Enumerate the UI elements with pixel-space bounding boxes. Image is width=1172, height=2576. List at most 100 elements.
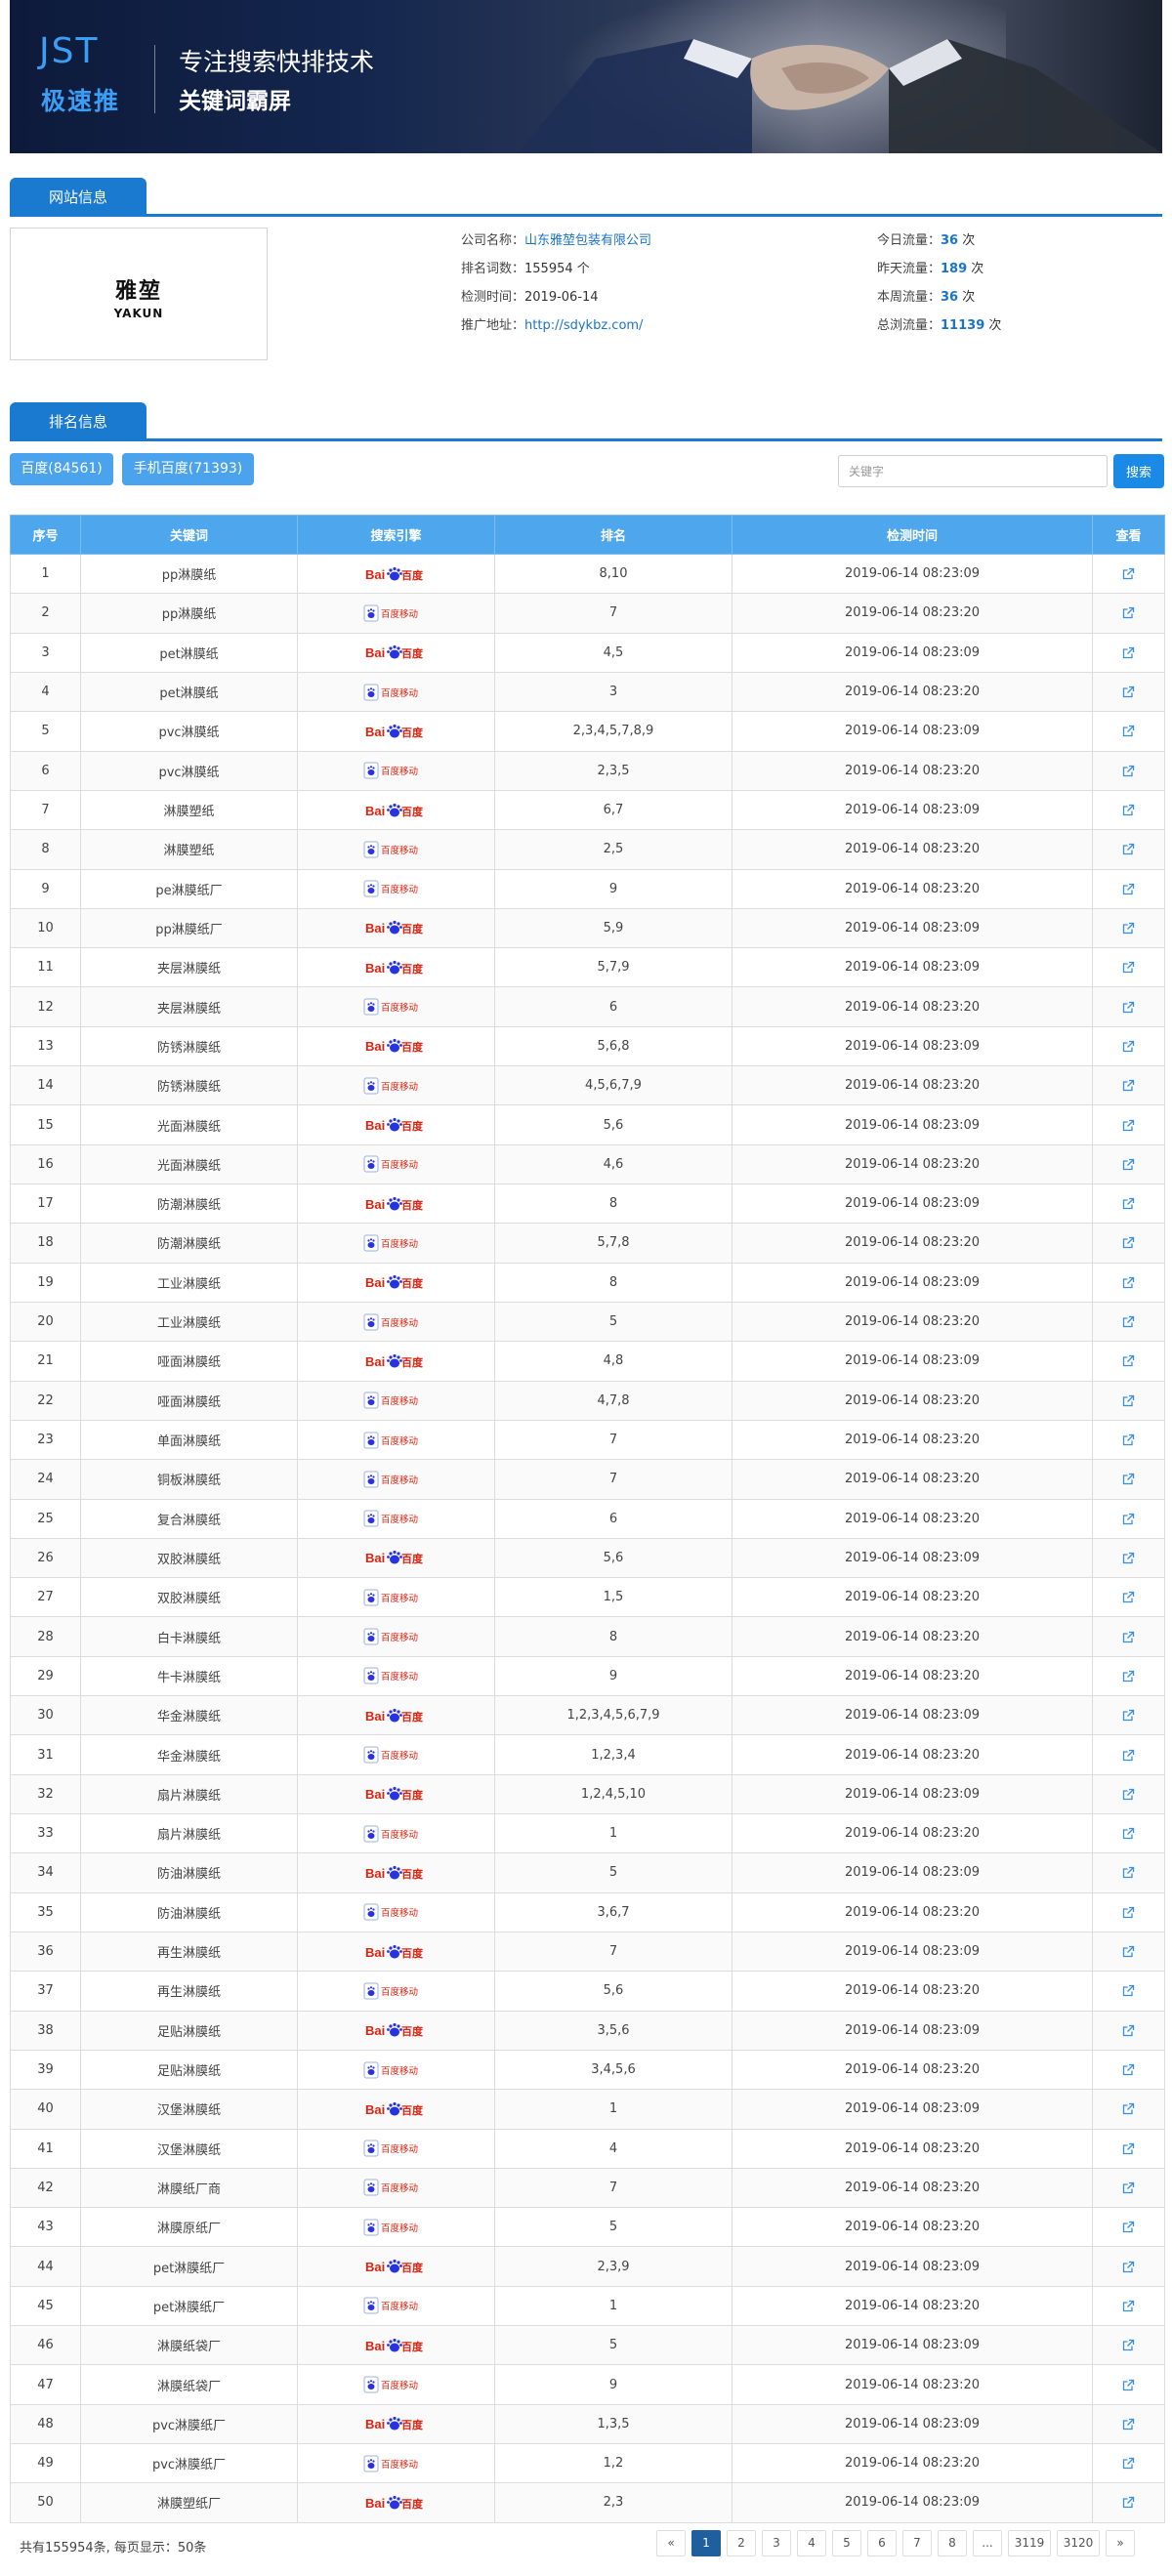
cell-kw: 防锈淋膜纸: [80, 1065, 298, 1106]
view-link-cell[interactable]: [1092, 2285, 1165, 2327]
pagination-item[interactable]: 1: [691, 2530, 721, 2556]
tab-site-info[interactable]: 网站信息: [10, 178, 146, 217]
table-row: 7 淋膜塑纸 Bai 百度 6,7 2019-06-14 08:23:09: [10, 789, 1165, 831]
view-link-cell[interactable]: [1092, 711, 1165, 752]
view-link-cell[interactable]: [1092, 2246, 1165, 2287]
search-button[interactable]: 搜索: [1113, 454, 1164, 488]
view-link-cell[interactable]: [1092, 907, 1165, 949]
cell-kw: 防潮淋膜纸: [80, 1223, 298, 1264]
mobile-baidu-filter-button[interactable]: 手机百度(71393): [122, 453, 254, 485]
view-link-cell[interactable]: [1092, 1380, 1165, 1421]
view-link-cell[interactable]: [1092, 1537, 1165, 1579]
view-link-cell[interactable]: [1092, 1301, 1165, 1343]
view-link-cell[interactable]: [1092, 2325, 1165, 2366]
pagination-item[interactable]: 2: [727, 2530, 756, 2556]
view-link-cell[interactable]: [1092, 1143, 1165, 1185]
view-link-cell[interactable]: [1092, 1577, 1165, 1618]
view-link-cell[interactable]: [1092, 1459, 1165, 1500]
view-link-cell[interactable]: [1092, 829, 1165, 870]
cell-time: 2019-06-14 08:23:09: [732, 1773, 1093, 1815]
view-link-cell[interactable]: [1092, 1065, 1165, 1106]
view-link-cell[interactable]: [1092, 553, 1165, 595]
view-link-cell[interactable]: [1092, 750, 1165, 791]
engine-baidu-logo: Bai 百度: [297, 947, 495, 988]
view-link-cell[interactable]: [1092, 789, 1165, 831]
pagination-item[interactable]: 6: [867, 2530, 897, 2556]
view-link-cell[interactable]: [1092, 1419, 1165, 1461]
pagination-item[interactable]: 3119: [1008, 2530, 1051, 2556]
view-link-cell[interactable]: [1092, 1931, 1165, 1973]
baidu-wordmark: Bai: [365, 645, 385, 660]
view-link-cell[interactable]: [1092, 2167, 1165, 2209]
view-link-cell[interactable]: [1092, 1695, 1165, 1736]
view-link-cell[interactable]: [1092, 1616, 1165, 1657]
view-link-cell[interactable]: [1092, 986, 1165, 1027]
view-link-cell[interactable]: [1092, 1773, 1165, 1815]
cell-no: 38: [10, 2010, 81, 2051]
cell-time: 2019-06-14 08:23:20: [732, 1577, 1093, 1618]
company-link[interactable]: 山东雅堃包装有限公司: [524, 233, 651, 248]
view-link-cell[interactable]: [1092, 2482, 1165, 2523]
external-link-icon: [1122, 1945, 1135, 1958]
baidu-cn-label: 百度: [401, 2024, 424, 2038]
cell-time: 2019-06-14 08:23:09: [732, 1852, 1093, 1893]
pagination-next[interactable]: »: [1106, 2530, 1135, 2556]
view-link-cell[interactable]: [1092, 868, 1165, 909]
pagination-prev[interactable]: «: [656, 2530, 686, 2556]
view-link-cell[interactable]: [1092, 1891, 1165, 1932]
view-link-cell[interactable]: [1092, 671, 1165, 713]
view-link-cell[interactable]: [1092, 1341, 1165, 1382]
baidu-wordmark: Bai: [365, 1039, 385, 1054]
view-link-cell[interactable]: [1092, 2364, 1165, 2405]
view-link-cell[interactable]: [1092, 1025, 1165, 1067]
view-link-cell[interactable]: [1092, 1262, 1165, 1303]
keyword-search-input[interactable]: [838, 455, 1108, 487]
cell-no: 36: [10, 1931, 81, 1973]
pagination-item[interactable]: 7: [902, 2530, 932, 2556]
pagination-item[interactable]: 5: [832, 2530, 861, 2556]
view-link-cell[interactable]: [1092, 2089, 1165, 2130]
view-link-cell[interactable]: [1092, 1971, 1165, 2012]
view-link-cell[interactable]: [1092, 1104, 1165, 1145]
engine-baidu-logo: Bai 百度: [297, 1183, 495, 1225]
view-link-cell[interactable]: [1092, 1734, 1165, 1775]
baidu-wordmark: Bai: [365, 2339, 385, 2353]
view-link-cell[interactable]: [1092, 947, 1165, 988]
pagination-item[interactable]: 3: [762, 2530, 791, 2556]
cell-no: 45: [10, 2285, 81, 2327]
cell-time: 2019-06-14 08:23:09: [732, 947, 1093, 988]
engine-baidu-logo: Bai 百度: [297, 907, 495, 949]
cell-no: 16: [10, 1143, 81, 1185]
view-link-cell[interactable]: [1092, 1183, 1165, 1225]
view-link-cell[interactable]: [1092, 2010, 1165, 2051]
engine-baidu-logo: Bai 百度: [297, 1695, 495, 1736]
pagination-item[interactable]: 3120: [1057, 2530, 1100, 2556]
external-link-icon: [1122, 2300, 1135, 2312]
pagination-item[interactable]: 4: [797, 2530, 826, 2556]
promo-url-link[interactable]: http://sdykbz.com/: [524, 318, 643, 333]
baidu-cn-label: 百度: [401, 1198, 424, 1212]
view-link-cell[interactable]: [1092, 2128, 1165, 2169]
view-link-cell[interactable]: [1092, 632, 1165, 673]
view-link-cell[interactable]: [1092, 593, 1165, 634]
cell-rank: 1,2,3,4: [494, 1734, 732, 1775]
table-row: 25 复合淋膜纸 百度移动 6 2019-06-14 08:23:20: [10, 1498, 1165, 1539]
view-link-cell[interactable]: [1092, 1223, 1165, 1264]
cell-kw: 单面淋膜纸: [80, 1419, 298, 1461]
engine-baidu-mobile-logo: 百度移动: [297, 2167, 495, 2209]
view-link-cell[interactable]: [1092, 1852, 1165, 1893]
view-link-cell[interactable]: [1092, 2049, 1165, 2091]
view-link-cell[interactable]: [1092, 2403, 1165, 2445]
view-link-cell[interactable]: [1092, 2442, 1165, 2484]
baidu-filter-button[interactable]: 百度(84561): [10, 453, 113, 485]
cell-rank: 3: [494, 671, 732, 713]
view-link-cell[interactable]: [1092, 2207, 1165, 2248]
cell-no: 10: [10, 907, 81, 949]
view-link-cell[interactable]: [1092, 1655, 1165, 1697]
pagination-item[interactable]: 8: [938, 2530, 967, 2556]
cell-no: 14: [10, 1065, 81, 1106]
view-link-cell[interactable]: [1092, 1498, 1165, 1539]
table-row: 3 pet淋膜纸 Bai 百度 4,5 2019-06-14 08:23:09: [10, 632, 1165, 673]
tab-rank-info[interactable]: 排名信息: [10, 402, 146, 441]
view-link-cell[interactable]: [1092, 1812, 1165, 1854]
